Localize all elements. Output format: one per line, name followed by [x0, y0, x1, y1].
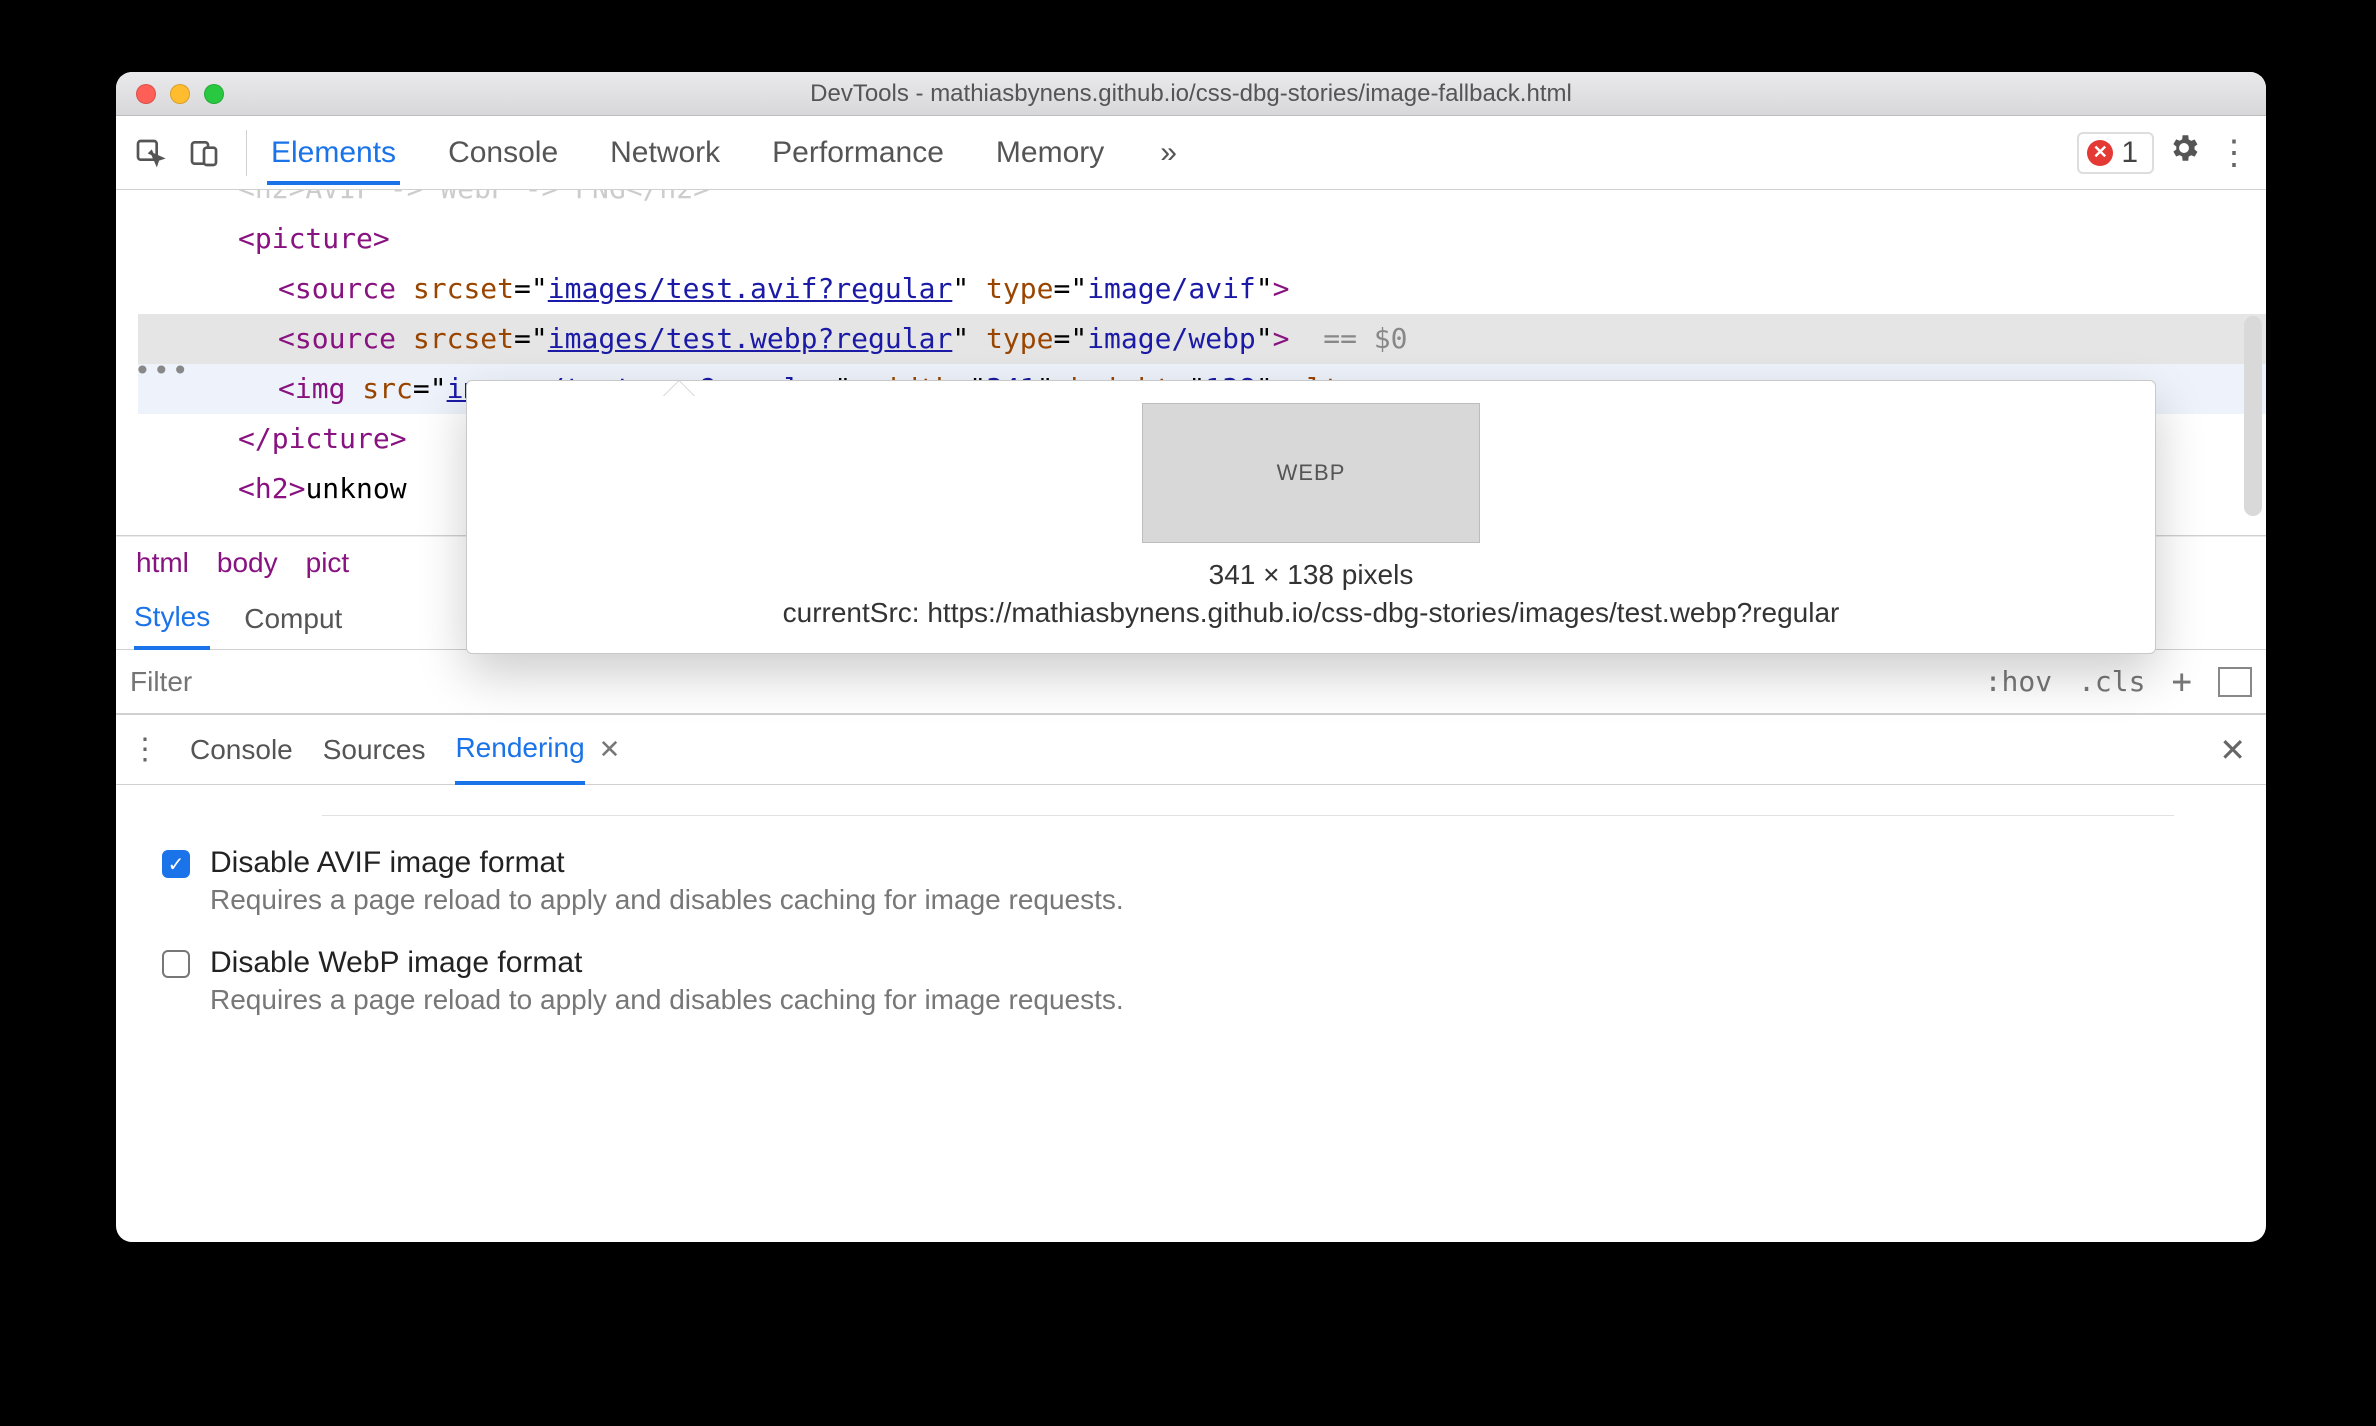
drawer-menu-icon[interactable]: ⋮ [130, 732, 160, 767]
new-style-rule-icon[interactable]: + [2172, 662, 2192, 702]
tab-elements[interactable]: Elements [267, 125, 400, 185]
dom-source-avif[interactable]: <source srcset="images/test.avif?regular… [138, 264, 2266, 314]
error-count: 1 [2121, 136, 2138, 170]
error-icon: ✕ [2087, 140, 2113, 166]
option-title: Disable AVIF image format [210, 846, 1124, 880]
tab-styles[interactable]: Styles [134, 589, 210, 650]
dom-source-webp-selected[interactable]: <source srcset="images/test.webp?regular… [138, 314, 2266, 364]
collapse-dots-icon[interactable]: ••• [134, 346, 191, 396]
tab-computed[interactable]: Comput [244, 588, 342, 649]
main-toolbar: Elements Console Network Performance Mem… [116, 116, 2266, 190]
tab-memory[interactable]: Memory [992, 123, 1108, 183]
inspect-element-icon[interactable] [128, 131, 172, 175]
styles-filter-row: :hov .cls + [116, 650, 2266, 714]
breadcrumb-body[interactable]: body [217, 547, 278, 579]
drawer-tabs: ⋮ Console Sources Rendering ✕ ✕ [116, 715, 2266, 785]
close-tab-icon[interactable]: ✕ [599, 734, 621, 765]
option-desc: Requires a page reload to apply and disa… [210, 984, 1124, 1016]
breadcrumb-picture[interactable]: pict [306, 547, 350, 579]
styles-filter-input[interactable] [130, 666, 1985, 698]
tabs-overflow-icon[interactable]: » [1152, 136, 1185, 170]
titlebar: DevTools - mathiasbynens.github.io/css-d… [116, 72, 2266, 116]
devtools-window: DevTools - mathiasbynens.github.io/css-d… [116, 72, 2266, 1242]
panel-tabs: Elements Console Network Performance Mem… [267, 123, 1185, 183]
drawer: ⋮ Console Sources Rendering ✕ ✕ ✓ Disabl… [116, 714, 2266, 1076]
option-title: Disable WebP image format [210, 946, 1124, 980]
device-toolbar-icon[interactable] [182, 131, 226, 175]
image-preview-tooltip: WEBP 341 × 138 pixels currentSrc: https:… [466, 380, 2156, 654]
window-title: DevTools - mathiasbynens.github.io/css-d… [116, 80, 2266, 108]
cls-toggle[interactable]: .cls [2078, 665, 2145, 698]
option-desc: Requires a page reload to apply and disa… [210, 884, 1124, 916]
dom-picture-open[interactable]: <picture> [138, 214, 2266, 264]
option-disable-avif: ✓ Disable AVIF image format Requires a p… [162, 846, 2220, 916]
drawer-tab-rendering[interactable]: Rendering [455, 716, 584, 785]
option-disable-webp: Disable WebP image format Requires a pag… [162, 946, 2220, 1016]
tab-performance[interactable]: Performance [768, 123, 948, 183]
tab-network[interactable]: Network [606, 123, 724, 183]
close-drawer-icon[interactable]: ✕ [2219, 731, 2246, 769]
error-badge[interactable]: ✕ 1 [2077, 132, 2154, 174]
toggle-panel-icon[interactable] [2218, 667, 2252, 697]
drawer-tab-sources[interactable]: Sources [323, 715, 426, 784]
preview-currentsrc: currentSrc: https://mathiasbynens.github… [497, 597, 2125, 629]
preview-dimensions: 341 × 138 pixels [497, 559, 2125, 591]
separator [246, 130, 247, 176]
drawer-tab-console[interactable]: Console [190, 715, 293, 784]
dom-line-cut[interactable]: <h2>AVIF -> WebP -> PNG</h2> [138, 190, 2266, 214]
settings-gear-icon[interactable] [2164, 131, 2204, 174]
more-menu-icon[interactable]: ⋮ [2214, 133, 2254, 173]
tab-console[interactable]: Console [444, 123, 562, 183]
preview-thumbnail: WEBP [1142, 403, 1480, 543]
scrollbar[interactable] [2244, 316, 2262, 516]
divider [322, 815, 2174, 816]
checkbox-disable-avif[interactable]: ✓ [162, 850, 190, 878]
checkbox-disable-webp[interactable] [162, 950, 190, 978]
breadcrumb-html[interactable]: html [136, 547, 189, 579]
rendering-panel: ✓ Disable AVIF image format Requires a p… [116, 785, 2266, 1076]
hov-toggle[interactable]: :hov [1985, 665, 2052, 698]
